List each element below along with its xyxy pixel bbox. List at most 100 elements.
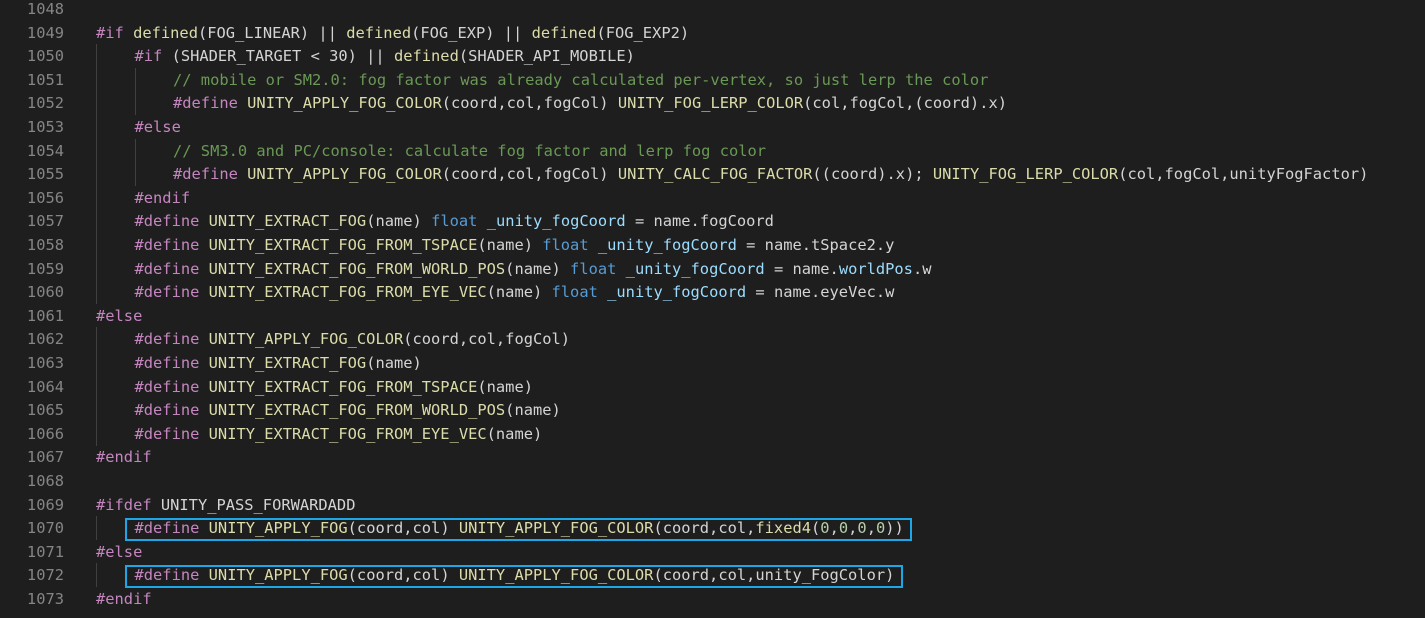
indent-guide (96, 374, 97, 399)
code-line[interactable]: 1048 (0, 0, 1425, 21)
line-number: 1066 (26, 424, 64, 443)
code-token: #else (96, 542, 143, 561)
indent-guide (96, 280, 97, 305)
code-token: UNITY_EXTRACT_FOG_FROM_WORLD_POS (208, 259, 506, 278)
code-text: #endif (135, 186, 191, 210)
code-token: = name.fogCoord (625, 212, 774, 231)
code-token: worldPos (838, 259, 913, 278)
code-token: _unity_fogCoord (486, 212, 626, 231)
code-text: #ifdef UNITY_PASS_FORWARDADD (96, 493, 355, 517)
code-line[interactable]: 1057 #define UNITY_EXTRACT_FOG(name) floa… (0, 209, 1425, 234)
code-line[interactable]: 1050 #if (SHADER_TARGET < 30) || defined(… (0, 44, 1425, 69)
code-token: #define (173, 165, 238, 184)
code-line[interactable]: 1061 #else (0, 304, 1425, 328)
code-line[interactable]: 1049 #if defined(FOG_LINEAR) || defined(F… (0, 21, 1425, 45)
line-number: 1073 (26, 590, 64, 608)
code-token: // SM3.0 and PC/console: calculate fog f… (173, 141, 767, 160)
code-text: #define UNITY_EXTRACT_FOG_FROM_EYE_VEC(n… (135, 422, 543, 446)
code-text: #define UNITY_EXTRACT_FOG_FROM_WORLD_POS… (135, 398, 561, 422)
code-line[interactable]: 1065 #define UNITY_EXTRACT_FOG_FROM_WORLD… (0, 398, 1425, 423)
line-number: 1068 (26, 472, 64, 490)
code-line[interactable]: 1054 // SM3.0 and PC/console: calculate f… (0, 138, 1425, 163)
line-number: 1065 (26, 401, 64, 420)
indent-guide (96, 162, 97, 187)
code-token: #define (134, 236, 200, 254)
code-line[interactable]: 1052 #define UNITY_APPLY_FOG_COLOR(coord,… (0, 91, 1425, 116)
code-line[interactable]: 1067 #endif (0, 445, 1425, 469)
code-token: UNITY_FOG_LERP_COLOR (932, 165, 1119, 184)
code-text: #define UNITY_EXTRACT_FOG_FROM_EYE_VEC(n… (135, 280, 895, 304)
code-token: UNITY_APPLY_FOG_COLOR (208, 330, 404, 349)
code-token: (name) (477, 377, 533, 396)
code-line[interactable]: 1051 // mobile or SM2.0: fog factor was a… (0, 67, 1425, 92)
indent-guide (96, 398, 97, 423)
code-token: float (542, 236, 589, 254)
code-line[interactable]: 1060 #define UNITY_EXTRACT_FOG_FROM_EYE_V… (0, 280, 1425, 305)
code-token: = name. (764, 259, 839, 278)
code-token: (FOG_LINEAR) || (197, 23, 347, 42)
code-editor[interactable]: 1048 1049 #if defined(FOG_LINEAR) || defin… (0, 0, 1425, 618)
code-token: UNITY_FOG_LERP_COLOR (617, 94, 804, 113)
code-text: #else (96, 540, 142, 564)
code-token: #define (134, 330, 200, 349)
code-text: #define UNITY_EXTRACT_FOG_FROM_TSPACE(na… (135, 233, 895, 257)
indent-guide (96, 209, 97, 234)
code-line[interactable]: 1055 #define UNITY_APPLY_FOG_COLOR(coord,… (0, 162, 1425, 187)
code-line[interactable]: 1064 #define UNITY_EXTRACT_FOG_FROM_TSPAC… (0, 374, 1425, 399)
code-line[interactable]: 1062 #define UNITY_APPLY_FOG_COLOR(coord,… (0, 327, 1425, 352)
line-number: 1055 (26, 165, 64, 184)
code-line[interactable]: 1059 #define UNITY_EXTRACT_FOG_FROM_WORLD… (0, 256, 1425, 281)
code-token: (name) (486, 424, 543, 443)
code-line[interactable]: 1066 #define UNITY_EXTRACT_FOG_FROM_EYE_V… (0, 421, 1425, 446)
code-token: (name) (366, 212, 432, 231)
code-token: (coord,col,fogCol) (441, 94, 618, 113)
code-token: float (431, 212, 478, 231)
code-token: #ifdef (96, 495, 152, 514)
code-text: #define UNITY_EXTRACT_FOG_FROM_TSPACE(na… (135, 375, 533, 399)
code-token: #define (134, 354, 200, 372)
indent-guide (96, 91, 97, 116)
code-line[interactable]: 1073 #endif (0, 587, 1425, 611)
indent-guide (96, 516, 97, 541)
code-line[interactable]: 1056 #endif (0, 185, 1425, 210)
line-number: 1048 (26, 0, 64, 18)
line-number: 1071 (26, 542, 64, 561)
code-token: (coord,col,fogCol) (441, 165, 618, 184)
indent-guide (96, 67, 97, 92)
code-line[interactable]: 1071 #else (0, 540, 1425, 564)
line-number: 1062 (26, 330, 64, 349)
line-number: 1053 (26, 118, 64, 136)
code-line[interactable]: 1069 #ifdef UNITY_PASS_FORWARDADD (0, 493, 1425, 517)
code-text: // SM3.0 and PC/console: calculate fog f… (173, 139, 766, 163)
indent-guide (96, 138, 97, 163)
code-token: (name) (486, 283, 552, 302)
code-token: float (551, 283, 598, 302)
indent-guide (134, 91, 136, 116)
code-line[interactable]: 1063 #define UNITY_EXTRACT_FOG(name) (0, 351, 1425, 375)
code-text: #else (96, 304, 142, 328)
code-line[interactable]: 1053 #else (0, 115, 1425, 139)
line-number: 1056 (26, 188, 64, 207)
code-token: (col,fogCol,unityFogFactor) (1118, 165, 1369, 184)
line-number: 1060 (26, 283, 64, 302)
code-line[interactable]: 1068 (0, 469, 1425, 493)
code-text: #endif (96, 445, 152, 469)
code-token: ((coord).x); (812, 165, 933, 184)
line-number: 1064 (26, 377, 64, 396)
code-text: #else (135, 115, 181, 139)
code-token: (coord,col,fogCol) (403, 330, 571, 349)
highlight-box (125, 565, 903, 589)
code-line[interactable]: 1058 #define UNITY_EXTRACT_FOG_FROM_TSPAC… (0, 233, 1425, 257)
code-token: #endif (96, 590, 152, 608)
indent-guide (96, 351, 97, 375)
code-token: #else (134, 118, 181, 136)
